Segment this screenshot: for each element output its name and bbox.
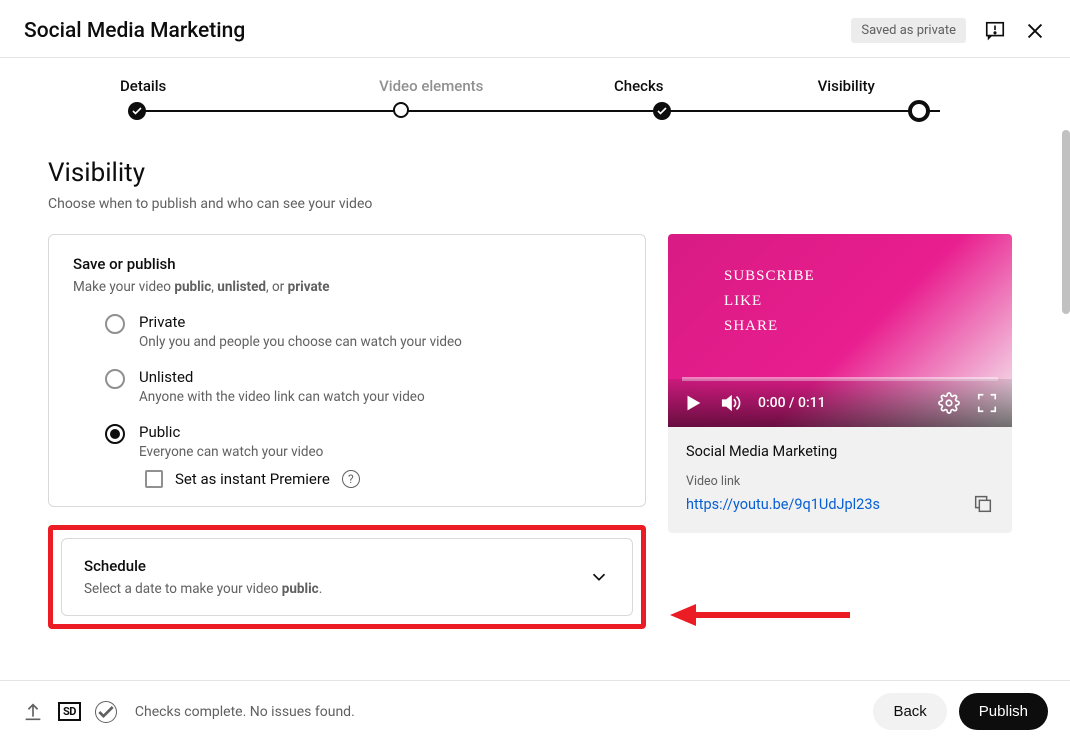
save-publish-card: Save or publish Make your video public, … [48,234,646,507]
help-icon[interactable]: ? [342,470,360,488]
page-subtitle: Choose when to publish and who can see y… [48,196,1022,212]
radio-icon[interactable] [105,314,125,334]
schedule-text: Schedule Select a date to make your vide… [84,557,322,597]
video-time: 0:00 / 0:11 [758,395,922,411]
thumb-text: LIKE [724,293,1012,310]
text: Make your video [73,279,174,295]
preview-meta: Social Media Marketing Video link https:… [668,427,1012,533]
publish-button[interactable]: Publish [959,693,1048,730]
radio-option-private[interactable]: Private Only you and people you choose c… [73,313,621,350]
preview-title: Social Media Marketing [686,443,994,460]
radio-text: Public Everyone can watch your video [139,423,323,460]
dialog-header: Social Media Marketing Saved as private [0,0,1070,58]
footer-status: Checks complete. No issues found. [135,704,355,720]
video-link-row: https://youtu.be/9q1UdJpl23s [686,493,994,515]
radio-icon[interactable] [105,369,125,389]
radio-text: Private Only you and people you choose c… [139,313,462,350]
sd-badge-icon[interactable]: SD [58,702,81,721]
step-checks[interactable]: Checks [535,76,743,109]
annotation-highlight: Schedule Select a date to make your vide… [48,525,646,629]
schedule-title: Schedule [84,557,322,575]
step-label: Checks [614,77,664,95]
stepper: Details Video elements Checks Visibility [0,58,1070,109]
text: Select a date to make your video [84,581,282,597]
step-details[interactable]: Details [120,76,328,109]
text-bold: public [282,581,319,597]
option-title: Private [139,313,462,331]
annotation-arrow-icon [670,600,850,630]
text-bold: unlisted [217,279,266,295]
option-title: Unlisted [139,368,425,386]
fullscreen-icon[interactable] [976,392,998,414]
columns: Save or publish Make your video public, … [48,234,1022,629]
text: . [319,581,323,597]
feedback-icon[interactable] [984,20,1006,42]
schedule-subtitle: Select a date to make your video public. [84,581,322,597]
step-line [130,110,940,112]
radio-icon[interactable] [105,424,125,444]
dialog-footer: SD Checks complete. No issues found. Bac… [0,680,1070,742]
step-label: Video elements [379,77,483,95]
step-label: Visibility [818,77,875,95]
close-icon[interactable] [1024,20,1046,42]
right-column: SUBSCRIBE LIKE SHARE 0:00 / 0:11 Social … [668,234,1012,533]
video-thumbnail[interactable]: SUBSCRIBE LIKE SHARE 0:00 / 0:11 [668,234,1012,427]
save-card-subtitle: Make your video public, unlisted, or pri… [73,279,621,295]
step-label: Details [120,77,166,95]
step-dot-done-icon [653,102,671,120]
play-icon[interactable] [682,392,704,414]
radio-option-public[interactable]: Public Everyone can watch your video [73,423,621,460]
footer-right: Back Publish [873,693,1048,730]
save-card-title: Save or publish [73,255,621,273]
check-circle-icon[interactable] [95,701,117,723]
text-bold: private [288,279,330,295]
option-desc: Anyone with the video link can watch you… [139,389,425,405]
thumb-text: SHARE [724,318,1012,335]
premiere-row: Set as instant Premiere ? [73,470,621,488]
video-link[interactable]: https://youtu.be/9q1UdJpl23s [686,496,880,513]
chevron-down-icon [588,566,610,588]
settings-icon[interactable] [938,392,960,414]
video-link-label: Video link [686,474,994,489]
footer-left: SD Checks complete. No issues found. [22,701,355,723]
radio-option-unlisted[interactable]: Unlisted Anyone with the video link can … [73,368,621,405]
schedule-card[interactable]: Schedule Select a date to make your vide… [61,538,633,616]
thumb-text: SUBSCRIBE [724,268,1012,285]
video-controls: 0:00 / 0:11 [668,379,1012,427]
copy-icon[interactable] [972,493,994,515]
video-preview: SUBSCRIBE LIKE SHARE 0:00 / 0:11 Social … [668,234,1012,533]
scrollbar[interactable] [1062,130,1070,314]
header-actions: Saved as private [851,18,1046,43]
volume-icon[interactable] [720,392,742,414]
option-title: Public [139,423,323,441]
scroll-area: Visibility Choose when to publish and wh… [0,130,1070,680]
upload-icon[interactable] [22,701,44,723]
text-bold: public [174,279,211,295]
page-title: Visibility [48,158,1022,188]
thumb-right-controls [938,392,998,414]
premiere-checkbox[interactable] [145,470,163,488]
saved-badge: Saved as private [851,18,966,43]
left-column: Save or publish Make your video public, … [48,234,646,629]
step-dot-inactive-icon [393,102,409,118]
visibility-radio-group: Private Only you and people you choose c… [73,313,621,488]
premiere-label: Set as instant Premiere [175,470,330,488]
option-desc: Only you and people you choose can watch… [139,334,462,350]
step-dot-done-icon [128,102,146,120]
back-button[interactable]: Back [873,693,946,730]
step-video-elements[interactable]: Video elements [328,76,536,109]
dialog-title: Social Media Marketing [24,19,245,43]
text: , or [266,279,288,295]
radio-text: Unlisted Anyone with the video link can … [139,368,425,405]
option-desc: Everyone can watch your video [139,444,323,460]
step-dot-current-icon [908,100,930,122]
